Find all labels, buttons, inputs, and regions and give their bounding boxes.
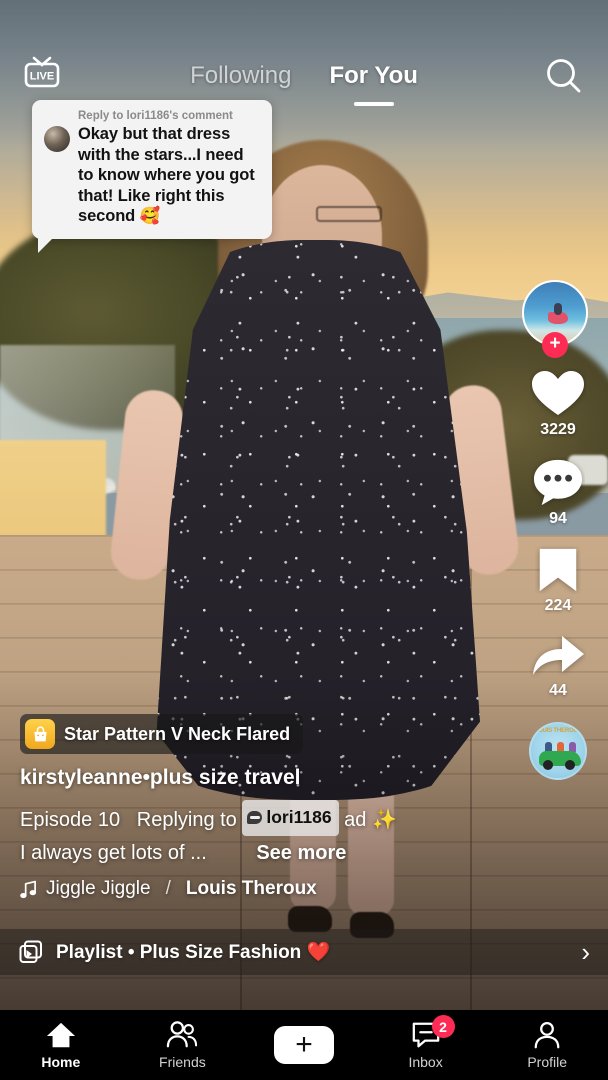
action-rail: + 3229 94 224 44 LOUIS THEROUX [522,280,594,798]
mention-username: lori1186 [266,807,332,827]
product-name: Star Pattern V Neck Flared [64,723,291,744]
music-note-icon [20,880,37,898]
desc-line-two: I always get lots of ... [20,842,207,864]
shopping-bag-icon [25,719,55,749]
comment-reply-to-label: Reply to lori1186's comment [78,110,233,122]
disc-wheel [543,760,553,770]
bookmark-button[interactable]: 224 [522,546,594,615]
nav-label-inbox: Inbox [408,1054,443,1070]
follow-button[interactable]: + [542,332,568,358]
nav-label-friends: Friends [159,1054,206,1070]
friends-icon [167,1021,198,1048]
mention-chip[interactable]: lori1186 [242,800,339,836]
music-artist: Louis Theroux [185,878,317,899]
share-button[interactable]: 44 [522,633,594,700]
bookmark-count: 224 [544,597,572,614]
like-button[interactable]: 3229 [522,368,594,439]
subject-glasses [316,206,382,222]
playlist-icon [18,939,44,965]
playlist-bar[interactable]: Playlist • Plus Size Fashion ❤️ › [0,929,608,975]
music-disc: LOUIS THEROUX [529,722,587,780]
desc-ad-tag: ad ✨ [344,809,397,831]
share-icon [533,636,584,675]
tiktok-screen: LIVE Following For You Reply to lori1186… [0,0,608,1080]
nav-label-home: Home [41,1054,81,1070]
commenter-avatar [44,126,70,152]
disc-title: LOUIS THEROUX [534,728,582,734]
author-username[interactable]: kirstyleanne•plus size travel [20,766,500,790]
playlist-label: Playlist • Plus Size Fashion ❤️ [56,942,331,963]
bookmark-icon [539,548,577,592]
nav-item-profile[interactable]: Profile [501,1020,593,1070]
nav-item-home[interactable]: Home [15,1020,107,1070]
caption-block: Star Pattern V Neck Flared kirstyleanne•… [20,714,500,900]
avatar-paddler [554,303,562,315]
create-plus-icon[interactable]: + [266,1026,341,1064]
comment-body: Okay but that dress with the stars...I n… [44,124,260,227]
create-plus-glyph: + [295,1028,313,1061]
top-navigation-bar: LIVE Following For You [0,52,608,104]
feed-tabs: Following For You [0,52,608,104]
nav-label-profile: Profile [527,1054,568,1070]
bottom-navigation-bar: Home Friends + 2 Inbox Profile [0,1010,608,1080]
chevron-right-icon[interactable]: › [581,937,590,968]
video-description: Episode 10 Replying to lori1186 ad ✨ I a… [20,800,500,870]
share-count: 44 [549,682,567,699]
comment-text: Okay but that dress with the stars...I n… [78,125,255,225]
mention-bubble-icon [247,811,263,824]
music-disc-button[interactable]: LOUIS THEROUX [522,718,594,780]
music-separator: / [165,878,171,899]
desc-episode: Episode 10 [20,809,121,831]
nav-item-friends[interactable]: Friends [136,1020,228,1070]
comment-icon [533,459,583,506]
author-avatar-wrapper[interactable]: + [522,280,588,358]
desc-replying-to: Replying to [136,809,237,831]
like-count: 3229 [540,421,576,438]
product-tag[interactable]: Star Pattern V Neck Flared [20,714,304,754]
inbox-badge: 2 [431,1015,455,1038]
tab-following[interactable]: Following [190,62,291,94]
comment-button[interactable]: 94 [522,457,594,528]
disc-wheel [565,760,575,770]
comment-reply-card[interactable]: Reply to lori1186's comment Okay but tha… [32,100,272,252]
create-button[interactable]: + [258,1026,350,1064]
see-more-button[interactable]: See more [256,842,346,864]
nav-item-inbox[interactable]: 2 Inbox [380,1015,472,1070]
tab-for-you[interactable]: For You [329,62,417,94]
search-icon[interactable] [542,54,586,98]
comment-count: 94 [549,510,567,527]
home-icon [46,1022,75,1048]
heart-icon [532,371,584,415]
music-row[interactable]: Jiggle Jiggle / Louis Theroux [20,878,500,900]
music-title: Jiggle Jiggle [46,878,151,899]
profile-icon [534,1021,560,1049]
